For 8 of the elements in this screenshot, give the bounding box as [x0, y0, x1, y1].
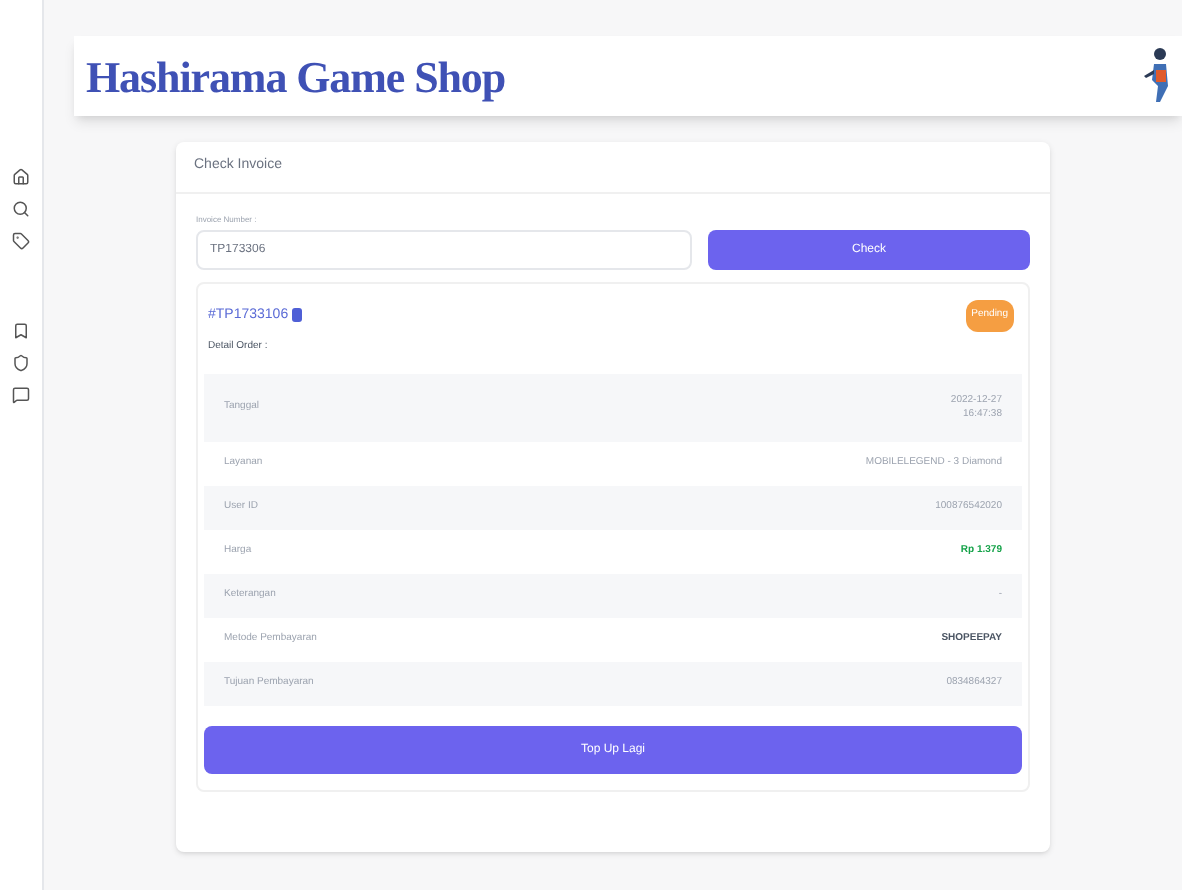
- home-icon[interactable]: [12, 168, 30, 186]
- shop-title: Hashirama Game Shop: [86, 49, 506, 106]
- search-icon[interactable]: [12, 200, 30, 218]
- figure-icon: [1142, 46, 1174, 106]
- bookmark-icon[interactable]: [12, 322, 30, 340]
- tag-icon[interactable]: [12, 232, 30, 250]
- chat-icon[interactable]: [12, 386, 30, 404]
- shield-icon[interactable]: [12, 354, 30, 372]
